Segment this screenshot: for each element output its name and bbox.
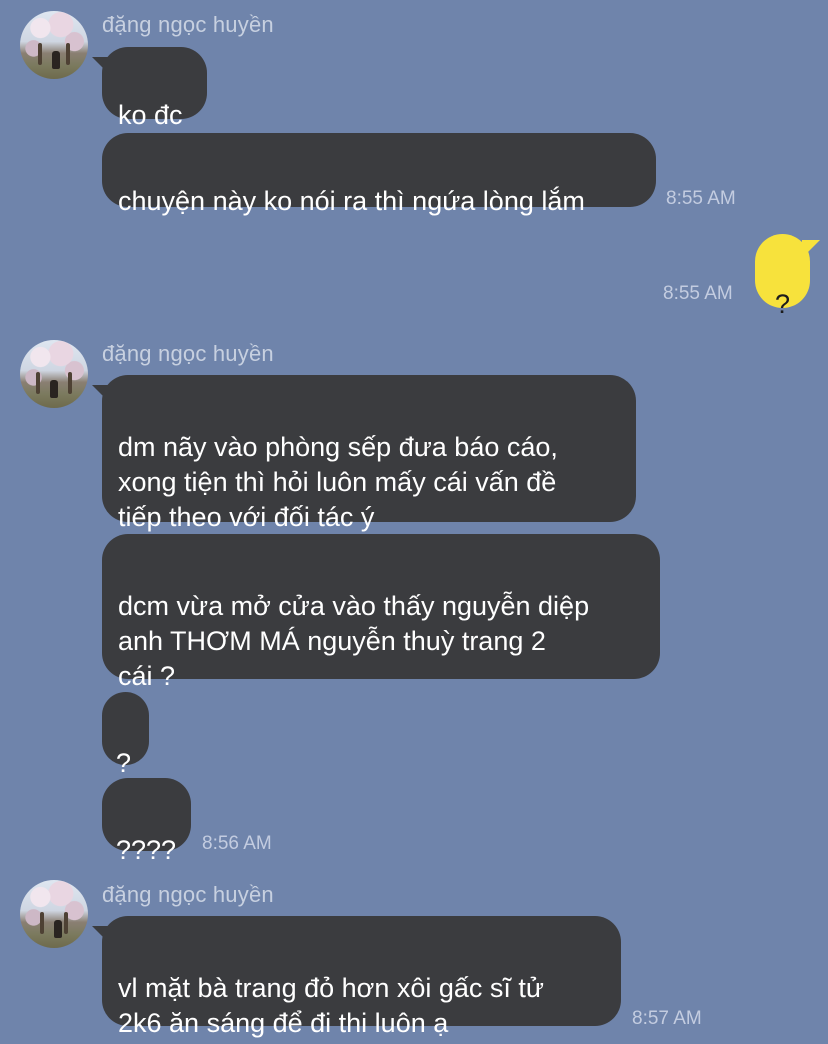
message-timestamp: 8:57 AM bbox=[632, 1008, 702, 1029]
message-bubble[interactable]: chuyện này ko nói ra thì ngứa lòng lắm bbox=[102, 133, 656, 216]
message-text: vl mặt bà trang đỏ hơn xôi gấc sĩ tử 2k6… bbox=[118, 973, 544, 1038]
contact-avatar[interactable] bbox=[20, 880, 88, 948]
message-text: ???? bbox=[116, 835, 177, 865]
sender-name: đặng ngọc huyền bbox=[102, 341, 274, 366]
message-bubble[interactable]: vl mặt bà trang đỏ hơn xôi gấc sĩ tử 2k6… bbox=[102, 916, 621, 1038]
my-message-bubble[interactable]: ? bbox=[755, 234, 810, 319]
message-text: chuyện này ko nói ra thì ngứa lòng lắm bbox=[118, 186, 585, 216]
message-bubble[interactable]: dcm vừa mở cửa vào thấy nguyễn diệp anh … bbox=[102, 534, 660, 691]
message-timestamp: 8:56 AM bbox=[202, 833, 272, 854]
contact-avatar[interactable] bbox=[20, 11, 88, 79]
sender-name: đặng ngọc huyền bbox=[102, 882, 274, 907]
message-bubble[interactable]: ko đc bbox=[102, 47, 207, 130]
message-bubble[interactable]: ? bbox=[102, 692, 149, 778]
message-text: dm nãy vào phòng sếp đưa báo cáo, xong t… bbox=[118, 432, 558, 532]
contact-avatar[interactable] bbox=[20, 340, 88, 408]
message-timestamp: 8:55 AM bbox=[666, 188, 736, 209]
message-text: dcm vừa mở cửa vào thấy nguyễn diệp anh … bbox=[118, 591, 590, 691]
message-bubble[interactable]: ???? bbox=[102, 778, 191, 865]
message-bubble[interactable]: dm nãy vào phòng sếp đưa báo cáo, xong t… bbox=[102, 375, 636, 532]
message-timestamp: 8:55 AM bbox=[663, 283, 733, 304]
message-text: ko đc bbox=[118, 100, 183, 130]
message-text: ? bbox=[116, 748, 132, 778]
message-text: ? bbox=[774, 289, 791, 319]
sender-name: đặng ngọc huyền bbox=[102, 12, 274, 37]
